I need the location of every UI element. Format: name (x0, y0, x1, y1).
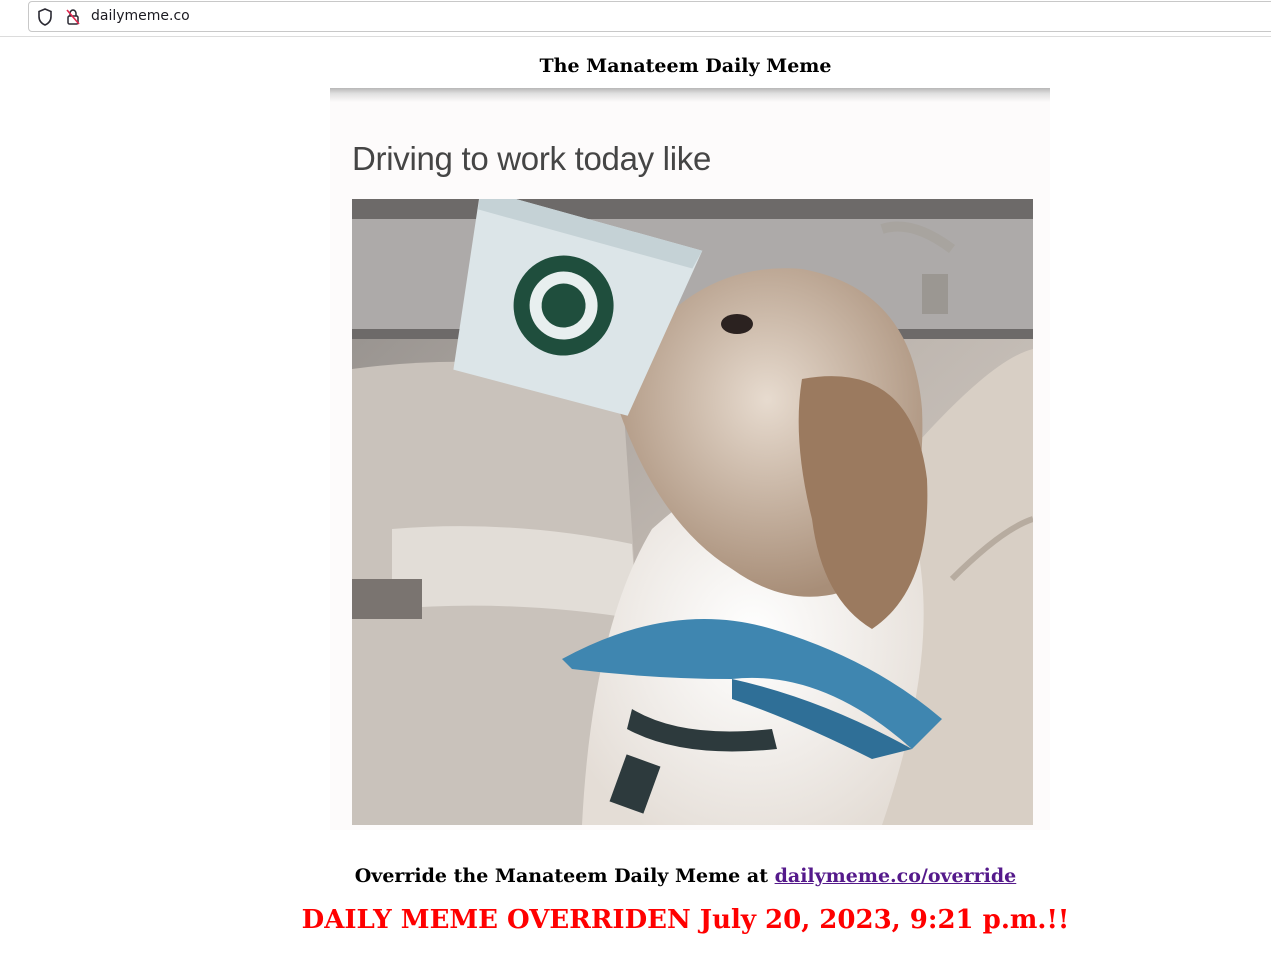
override-text: Override the Manateem Daily Meme at (354, 865, 775, 887)
address-bar[interactable]: dailymeme.co (28, 1, 1271, 32)
shield-icon[interactable] (37, 8, 53, 30)
meme-photo (352, 199, 1033, 825)
meme-top-strip (330, 88, 1050, 102)
override-status: DAILY MEME OVERRIDEN July 20, 2023, 9:21… (301, 905, 1070, 935)
meme-image: Driving to work today like (330, 88, 1050, 830)
meme-caption: Driving to work today like (352, 140, 712, 177)
browser-toolbar: dailymeme.co (0, 0, 1271, 37)
url-text[interactable]: dailymeme.co (91, 8, 190, 24)
override-line: Override the Manateem Daily Meme at dail… (0, 865, 1271, 887)
page-title: The Manateem Daily Meme (539, 55, 832, 77)
insecure-lock-icon[interactable] (65, 8, 81, 30)
override-link[interactable]: dailymeme.co/override (775, 865, 1017, 887)
